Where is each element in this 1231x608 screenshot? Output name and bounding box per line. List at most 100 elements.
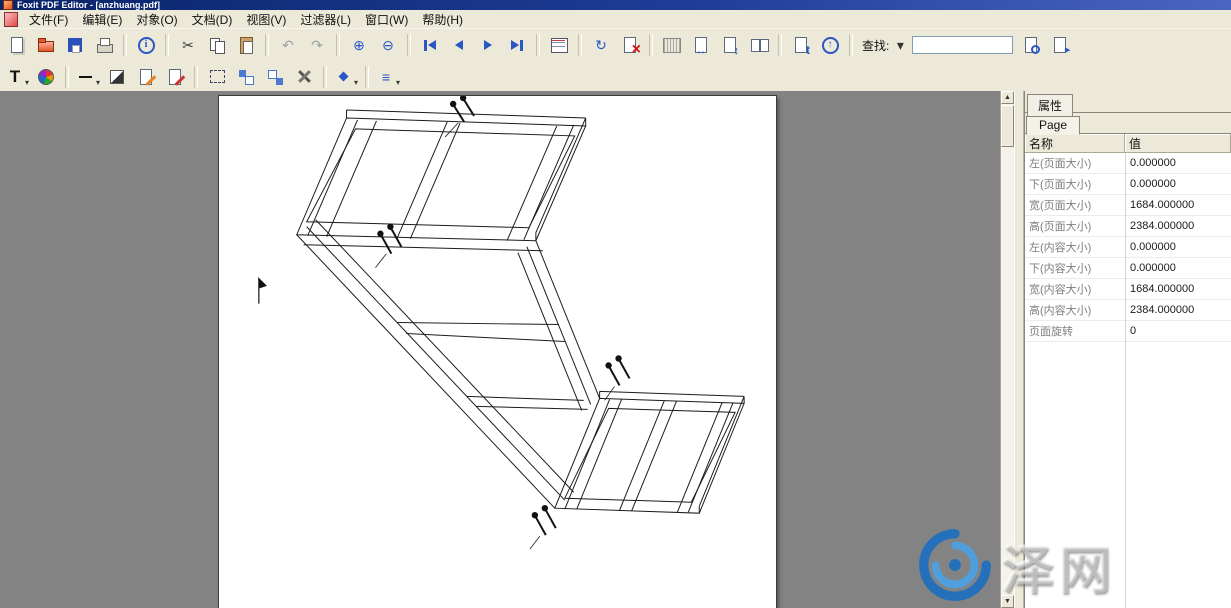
paste-button[interactable]	[232, 31, 260, 59]
property-value[interactable]: 0.000000	[1125, 157, 1231, 169]
text-tool-button[interactable]: T▾	[3, 63, 31, 91]
dropdown-caret-icon[interactable]: ▾	[396, 78, 400, 90]
vertical-scrollbar[interactable]: ▲ ▼	[1000, 91, 1014, 608]
redo-button[interactable]: ↷	[303, 31, 331, 59]
find-previous-button[interactable]	[1017, 31, 1045, 59]
caret-icon: ▾	[893, 35, 907, 55]
toolbar-separator	[336, 34, 340, 56]
cut-button[interactable]: ✂	[174, 31, 202, 59]
last-page-button[interactable]	[503, 31, 531, 59]
copy-button[interactable]	[203, 31, 231, 59]
dropdown-caret-icon[interactable]: ▾	[96, 78, 100, 90]
find-options-button[interactable]: ▾	[892, 31, 908, 59]
select-area-button[interactable]	[203, 63, 231, 91]
next-page-icon	[478, 35, 498, 55]
last-page-icon	[507, 35, 527, 55]
continuous-view-button[interactable]	[745, 31, 773, 59]
dropdown-caret-icon[interactable]: ▾	[25, 78, 29, 90]
find-label: 查找:	[862, 37, 889, 54]
scroll-down-button[interactable]: ▼	[1001, 595, 1014, 608]
node-edit-button[interactable]: ▾	[332, 63, 360, 91]
pdf-page[interactable]	[218, 95, 777, 608]
edit-object-button[interactable]	[132, 63, 160, 91]
property-row: 下(内容大小)0.000000	[1025, 258, 1231, 279]
toolbar-separator	[265, 34, 269, 56]
fit-width-button[interactable]	[687, 31, 715, 59]
document-info-button[interactable]	[132, 31, 160, 59]
prev-page-button[interactable]	[445, 31, 473, 59]
copy-icon	[207, 35, 227, 55]
column-divider	[1125, 153, 1126, 608]
upload-button[interactable]	[816, 31, 844, 59]
zoom-in-button[interactable]: ⊕	[345, 31, 373, 59]
color-wheel-icon	[36, 67, 56, 87]
tab-page[interactable]: Page	[1026, 116, 1080, 135]
zoom-out-button[interactable]: ⊖	[374, 31, 402, 59]
undo-button[interactable]: ↶	[274, 31, 302, 59]
property-value[interactable]: 2384.000000	[1125, 304, 1231, 316]
dropdown-caret-icon[interactable]: ▾	[354, 78, 358, 90]
send-backward-button[interactable]	[261, 63, 289, 91]
tools-button[interactable]	[290, 63, 318, 91]
property-name: 高(内容大小)	[1025, 302, 1125, 318]
document-menu-icon[interactable]	[4, 12, 18, 27]
column-header-name[interactable]: 名称	[1025, 134, 1125, 153]
property-value[interactable]: 0	[1125, 325, 1231, 337]
toolbar-separator	[578, 34, 582, 56]
property-value[interactable]: 1684.000000	[1125, 283, 1231, 295]
new-document-button[interactable]	[3, 31, 31, 59]
edit-page-icon	[165, 67, 185, 87]
menu-view[interactable]: 视图(V)	[239, 9, 293, 30]
rotate-page-button[interactable]: ↻	[587, 31, 615, 59]
toolbar-separator	[407, 34, 411, 56]
property-value[interactable]: 0.000000	[1125, 241, 1231, 253]
distribute-icon: ≡	[376, 67, 396, 87]
distribute-button[interactable]: ≡▾	[374, 63, 402, 91]
document-canvas[interactable]	[0, 91, 1000, 608]
color-wheel-button[interactable]	[32, 63, 60, 91]
bring-forward-button[interactable]	[232, 63, 260, 91]
first-page-button[interactable]	[416, 31, 444, 59]
pages-grid-icon	[549, 35, 569, 55]
scroll-up-button[interactable]: ▲	[1001, 91, 1014, 104]
property-value[interactable]: 1684.000000	[1125, 199, 1231, 211]
toolbar-separator	[649, 34, 653, 56]
column-header-value[interactable]: 值	[1125, 134, 1231, 153]
delete-page-button[interactable]	[616, 31, 644, 59]
property-value[interactable]: 2384.000000	[1125, 220, 1231, 232]
menu-help[interactable]: 帮助(H)	[415, 9, 470, 30]
tab-properties[interactable]: 属性	[1027, 94, 1073, 117]
property-row: 宽(内容大小)1684.000000	[1025, 279, 1231, 300]
page-thumbnails-button[interactable]	[545, 31, 573, 59]
fill-style-button[interactable]	[103, 63, 131, 91]
toolbar-separator	[536, 34, 540, 56]
menu-object[interactable]: 对象(O)	[129, 9, 184, 30]
next-page-button[interactable]	[474, 31, 502, 59]
scrollbar-thumb[interactable]	[1001, 105, 1014, 147]
open-button[interactable]	[32, 31, 60, 59]
panel-splitter[interactable]	[1014, 91, 1024, 608]
hatch-pattern-button[interactable]	[658, 31, 686, 59]
line-style-button[interactable]: ▾	[74, 63, 102, 91]
toolbar-separator	[849, 34, 853, 56]
menu-window[interactable]: 窗口(W)	[358, 9, 415, 30]
edit-page-button[interactable]	[161, 63, 189, 91]
toolbar-separator	[365, 66, 369, 88]
text-insert-icon	[791, 35, 811, 55]
menu-document[interactable]: 文档(D)	[185, 9, 240, 30]
save-button[interactable]	[61, 31, 89, 59]
menu-file[interactable]: 文件(F)	[22, 9, 75, 30]
text-insert-button[interactable]	[787, 31, 815, 59]
print-button[interactable]	[90, 31, 118, 59]
property-row: 高(页面大小)2384.000000	[1025, 216, 1231, 237]
zoom-out-icon: ⊖	[378, 35, 398, 55]
property-value[interactable]: 0.000000	[1125, 178, 1231, 190]
fit-page-button[interactable]	[716, 31, 744, 59]
find-next-button[interactable]	[1046, 31, 1074, 59]
menu-edit[interactable]: 编辑(E)	[75, 9, 129, 30]
menu-filter[interactable]: 过滤器(L)	[293, 9, 358, 30]
find-input[interactable]	[912, 36, 1013, 54]
toolbar-separator	[194, 66, 198, 88]
property-value[interactable]: 0.000000	[1125, 262, 1231, 274]
toolbar-separator	[778, 34, 782, 56]
